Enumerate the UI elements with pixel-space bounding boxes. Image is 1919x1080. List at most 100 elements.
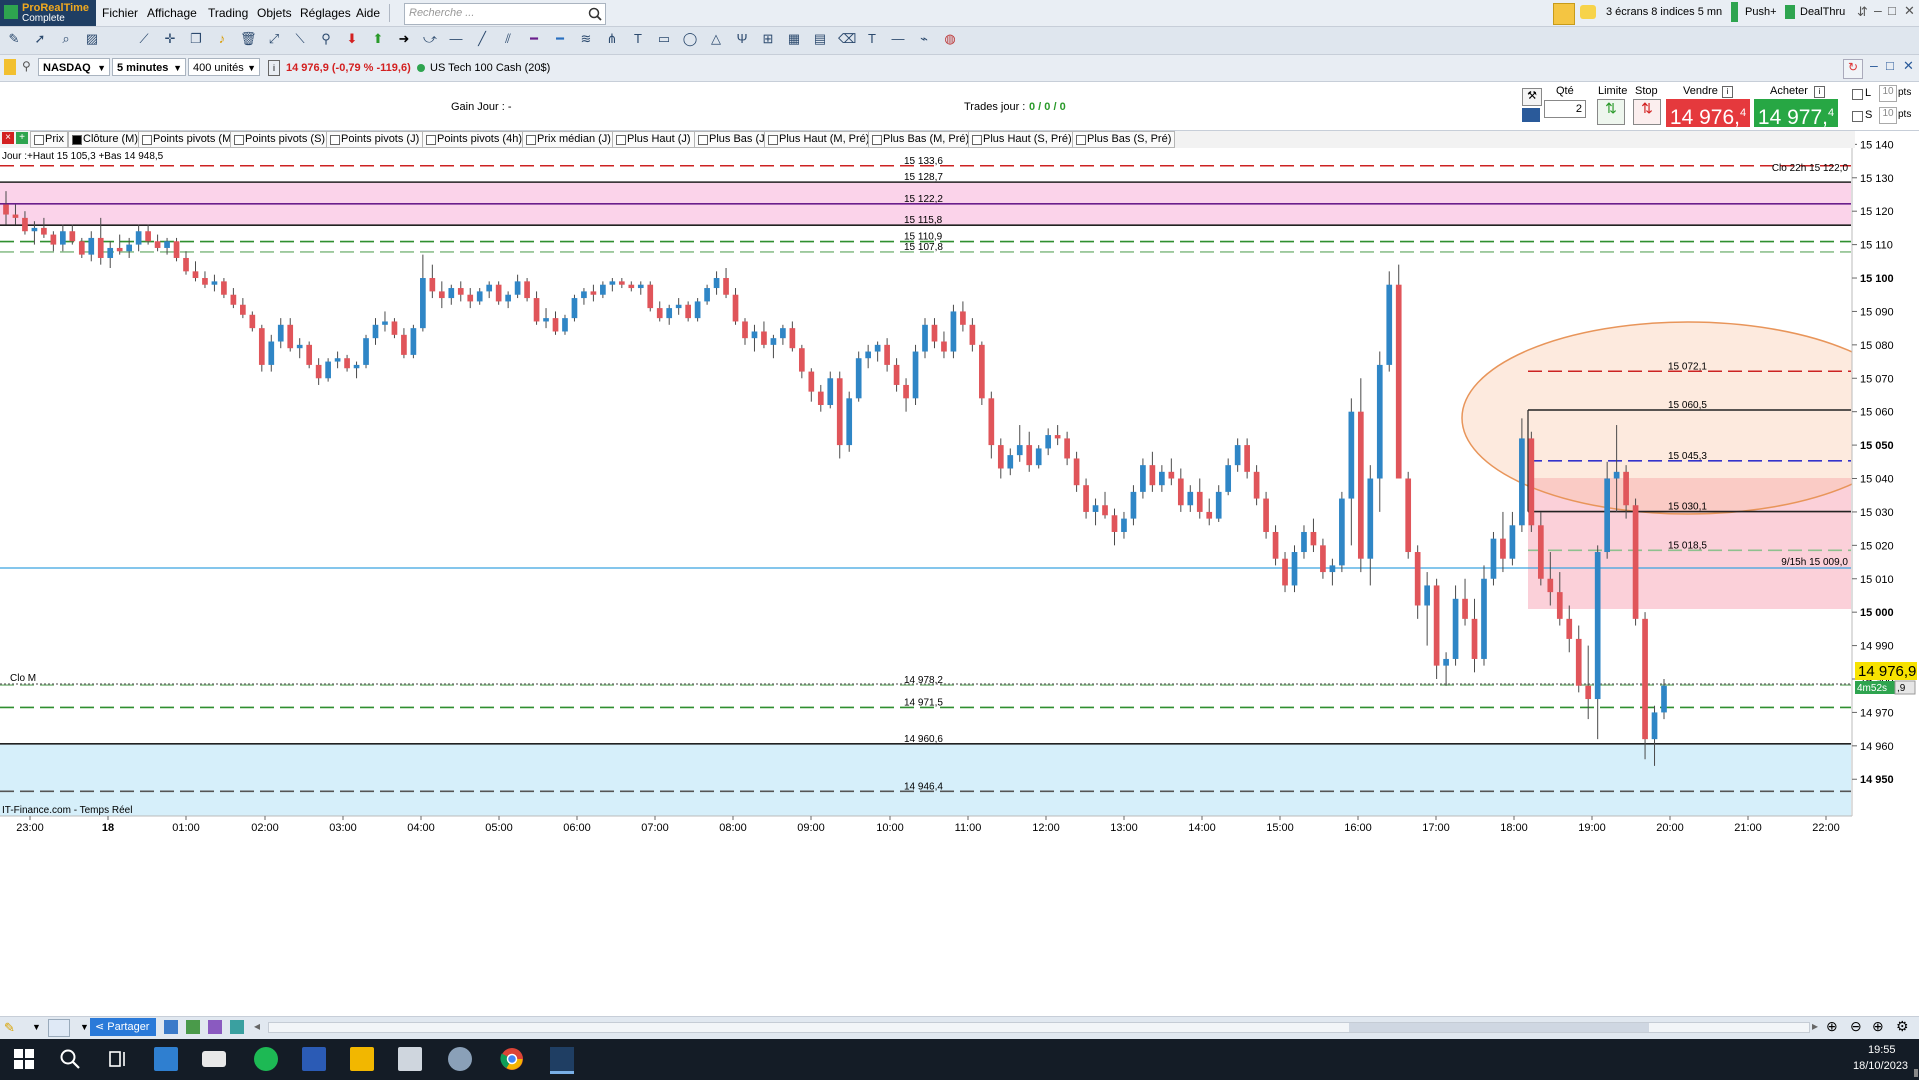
spotify-app-icon[interactable] bbox=[254, 1047, 278, 1071]
maximize-chart-icon[interactable]: □ bbox=[1886, 58, 1894, 73]
fib-fan-icon[interactable]: ⋔ bbox=[604, 31, 620, 47]
limit-order-button[interactable]: ⇅ bbox=[1597, 99, 1625, 125]
cycles-icon[interactable]: ⌁ bbox=[916, 31, 932, 47]
outlook-app-icon[interactable] bbox=[154, 1047, 178, 1071]
refresh-icon[interactable]: ↻ bbox=[1843, 59, 1863, 79]
search-icon[interactable] bbox=[587, 6, 603, 22]
gann-icon[interactable]: ⊞ bbox=[760, 31, 776, 47]
indicator-tab[interactable]: Points pivots (M) bbox=[138, 131, 239, 148]
indicator-tab[interactable]: Plus Bas (S, Pré) bbox=[1072, 131, 1176, 148]
backtest-icon[interactable] bbox=[230, 1020, 244, 1034]
alert-bell-icon[interactable]: ♪ bbox=[214, 31, 230, 47]
restore-icon[interactable]: ⇵ bbox=[1857, 4, 1868, 20]
indicator-tab[interactable]: Prix bbox=[30, 131, 68, 148]
windows-start-icon[interactable] bbox=[12, 1047, 36, 1071]
menu-objets[interactable]: Objets bbox=[257, 6, 292, 20]
buy-arrow-icon[interactable]: ⬆ bbox=[370, 31, 386, 47]
menu-aide[interactable]: Aide bbox=[356, 6, 380, 20]
spreadsheet-icon[interactable] bbox=[186, 1020, 200, 1034]
symbol-select[interactable]: NASDAQ ▼ bbox=[38, 58, 110, 76]
push-button[interactable]: Push+ bbox=[1745, 6, 1777, 18]
rectangle-icon[interactable]: ▭ bbox=[656, 31, 672, 47]
chrome-app-icon[interactable] bbox=[500, 1047, 524, 1071]
search-input[interactable]: Recherche ... bbox=[409, 7, 474, 19]
indicator-tab[interactable]: Plus Haut (S, Pré) bbox=[968, 131, 1076, 148]
calculator-app-icon[interactable] bbox=[398, 1047, 422, 1071]
info-icon[interactable]: i bbox=[1722, 86, 1733, 98]
text-box-icon[interactable]: T bbox=[864, 31, 880, 47]
wrench-icon[interactable]: ⚒ bbox=[1522, 88, 1542, 106]
eraser-icon[interactable]: ⌫ bbox=[838, 31, 856, 47]
scrollbar-thumb[interactable] bbox=[1349, 1023, 1649, 1032]
menu-fichier[interactable]: Fichier bbox=[102, 6, 138, 20]
task-view-icon[interactable] bbox=[106, 1047, 130, 1071]
chevron-down-icon[interactable]: ▼ bbox=[32, 1022, 41, 1032]
grid-icon[interactable]: ▦ bbox=[786, 31, 802, 47]
layout-selector[interactable]: 3 écrans 8 indices 5 mn bbox=[1606, 6, 1722, 18]
buy-button[interactable]: 14 977,4 bbox=[1754, 99, 1838, 129]
share-button[interactable]: ⋖ Partager bbox=[90, 1018, 156, 1036]
search-box[interactable]: Recherche ... bbox=[404, 3, 606, 25]
brush-icon[interactable]: ✎ bbox=[4, 1020, 15, 1036]
indicator-tab[interactable]: Points pivots (J) bbox=[326, 131, 424, 148]
taskbar-search-icon[interactable] bbox=[58, 1047, 82, 1071]
indicator-tab[interactable]: Plus Bas (J) bbox=[694, 131, 773, 148]
utility-app-icon[interactable] bbox=[448, 1047, 472, 1071]
zoom-out-icon[interactable]: ⊖ bbox=[1850, 1018, 1862, 1035]
close-window-icon[interactable]: ✕ bbox=[1904, 3, 1915, 19]
folder-app-icon[interactable] bbox=[350, 1047, 374, 1071]
scroll-right-icon[interactable]: ▸ bbox=[1812, 1019, 1818, 1033]
right-arrow-icon[interactable]: ➜ bbox=[396, 31, 412, 47]
chart-type-icon[interactable] bbox=[48, 1019, 70, 1037]
chevron-down-icon[interactable]: ▼ bbox=[80, 1022, 89, 1032]
fibonacci-icon[interactable]: ⚲ bbox=[318, 31, 334, 47]
color-tag-icon[interactable] bbox=[4, 59, 16, 75]
stop-checkbox[interactable] bbox=[1852, 111, 1863, 122]
indicator-tab[interactable]: Plus Haut (J) bbox=[612, 131, 695, 148]
word-app-icon[interactable] bbox=[302, 1047, 326, 1071]
dash-line-icon[interactable]: — bbox=[890, 31, 906, 47]
indicator-tab[interactable]: Prix médian (J) bbox=[522, 131, 615, 148]
diagonal-line-icon[interactable]: ╱ bbox=[474, 31, 490, 47]
zoom-tool-icon[interactable]: ⌕ bbox=[58, 31, 74, 47]
horizontal-scrollbar[interactable] bbox=[268, 1022, 1810, 1033]
sell-button[interactable]: 14 976,4 bbox=[1666, 99, 1750, 129]
scroll-left-icon[interactable]: ◂ bbox=[254, 1019, 260, 1033]
link-icon[interactable]: ⚲ bbox=[22, 59, 31, 73]
pointer-icon[interactable]: ➚ bbox=[32, 31, 48, 47]
s-points-input[interactable]: 10 bbox=[1879, 107, 1897, 124]
info-icon[interactable]: i bbox=[268, 60, 280, 76]
hide-objects-icon[interactable]: ◍ bbox=[942, 31, 958, 47]
purple-line-icon[interactable]: ━ bbox=[526, 31, 542, 47]
notification-icon[interactable] bbox=[1580, 5, 1596, 19]
horizontal-line-icon[interactable]: — bbox=[448, 31, 464, 47]
indicator-tab[interactable]: Points pivots (4h) bbox=[422, 131, 526, 148]
timeframe-select[interactable]: 5 minutes ▼ bbox=[112, 58, 186, 76]
info-icon[interactable]: i bbox=[1814, 86, 1825, 98]
minimize-chart-icon[interactable]: – bbox=[1870, 57, 1878, 73]
pen-tool-icon[interactable] bbox=[1553, 3, 1575, 25]
sell-arrow-icon[interactable]: ⬇ bbox=[344, 31, 360, 47]
show-desktop-button[interactable] bbox=[1914, 1069, 1918, 1077]
trash-icon[interactable]: 🗑 bbox=[240, 31, 257, 47]
zoom-auto-icon[interactable]: ⊕ bbox=[1826, 1018, 1838, 1035]
ruler-icon[interactable]: ▨ bbox=[84, 31, 100, 47]
price-chart[interactable]: 15 133,615 128,715 122,215 115,815 110,9… bbox=[0, 131, 1919, 998]
line-tool-icon[interactable]: ⟍ bbox=[292, 31, 308, 47]
indicators-icon[interactable] bbox=[208, 1020, 222, 1034]
blue-line-icon[interactable]: ━ bbox=[552, 31, 568, 47]
remove-indicator-icon[interactable]: × bbox=[2, 132, 14, 144]
menu-affichage[interactable]: Affichage bbox=[147, 6, 197, 20]
add-indicator-icon[interactable]: + bbox=[16, 132, 28, 144]
file-explorer-drive-icon[interactable] bbox=[202, 1051, 226, 1067]
indicator-tab[interactable]: Plus Bas (M, Pré) bbox=[868, 131, 974, 148]
copy-icon[interactable]: ❐ bbox=[188, 31, 204, 47]
qty-input[interactable] bbox=[1544, 100, 1586, 118]
l-points-input[interactable]: 10 bbox=[1879, 85, 1897, 102]
crosshair-icon[interactable]: ✛ bbox=[162, 31, 178, 47]
close-chart-icon[interactable]: ✕ bbox=[1903, 58, 1914, 74]
comment-icon[interactable]: ▤ bbox=[812, 31, 828, 47]
limit-checkbox[interactable] bbox=[1852, 89, 1863, 100]
fib-retracement-icon[interactable]: ≋ bbox=[578, 31, 594, 47]
segment-icon[interactable]: ⤢ bbox=[266, 31, 282, 47]
